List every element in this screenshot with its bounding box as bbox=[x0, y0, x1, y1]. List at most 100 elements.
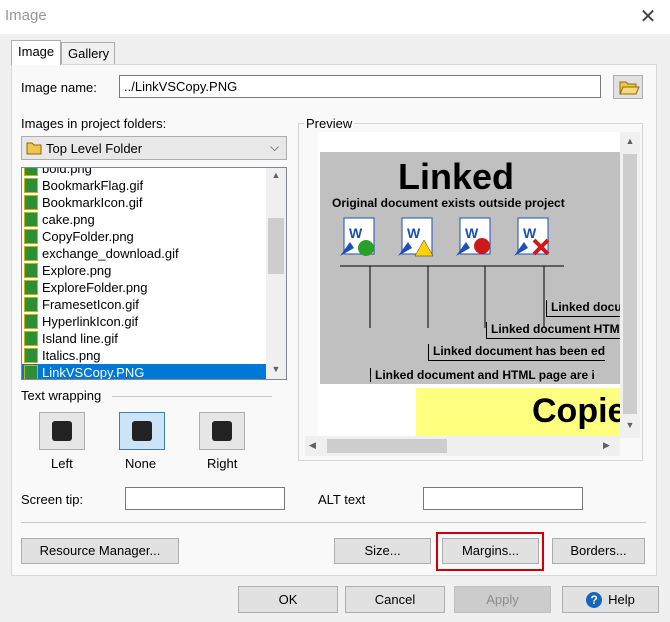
help-button[interactable]: ? Help bbox=[562, 586, 659, 613]
image-file-icon bbox=[24, 212, 38, 227]
apply-button[interactable]: Apply bbox=[454, 586, 551, 613]
scroll-right-icon[interactable]: ▶ bbox=[603, 440, 610, 451]
preview-label: Preview bbox=[304, 116, 355, 131]
image-file-icon bbox=[24, 314, 38, 329]
size-button[interactable]: Size... bbox=[334, 538, 431, 564]
image-file-icon bbox=[24, 246, 38, 261]
cancel-button[interactable]: Cancel bbox=[345, 586, 445, 613]
image-name-input[interactable]: ../LinkVSCopy.PNG bbox=[119, 75, 601, 98]
image-file-icon bbox=[24, 365, 38, 379]
preview-vscroll-thumb[interactable] bbox=[623, 154, 637, 414]
help-label: Help bbox=[608, 592, 635, 607]
tab-gallery[interactable]: Gallery bbox=[61, 42, 115, 65]
preview-image: Linked Original document exists outside … bbox=[320, 152, 622, 384]
wrap-right-button[interactable] bbox=[199, 412, 245, 450]
chevron-down-icon: ⌵ bbox=[270, 140, 280, 154]
image-file-icon bbox=[24, 280, 38, 295]
scroll-thumb[interactable] bbox=[268, 218, 284, 274]
scroll-down-icon[interactable]: ▼ bbox=[620, 420, 640, 430]
scroll-down-icon[interactable]: ▼ bbox=[266, 364, 286, 374]
image-file-icon bbox=[24, 178, 38, 193]
list-item[interactable]: FramesetIcon.gif bbox=[22, 296, 266, 313]
image-file-icon bbox=[24, 348, 38, 363]
preview-viewport: Linked Original document exists outside … bbox=[318, 132, 640, 438]
image-file-icon bbox=[24, 195, 38, 210]
help-icon: ? bbox=[586, 592, 603, 608]
svg-text:W: W bbox=[465, 225, 479, 241]
svg-text:W: W bbox=[523, 225, 537, 241]
doc-broken-icon: W bbox=[514, 217, 550, 256]
list-item[interactable]: BookmarkFlag.gif bbox=[22, 177, 266, 194]
list-item[interactable]: BookmarkIcon.gif bbox=[22, 194, 266, 211]
list-item[interactable]: ExploreFolder.png bbox=[22, 279, 266, 296]
image-file-icon bbox=[24, 297, 38, 312]
wrap-left-label: Left bbox=[51, 456, 73, 471]
svg-text:W: W bbox=[407, 225, 421, 241]
folder-dropdown[interactable]: Top Level Folder ⌵ bbox=[21, 136, 287, 160]
preview-copy-box: Copie bbox=[416, 388, 626, 438]
wrap-right-label: Right bbox=[207, 456, 238, 471]
preview-copy-heading: Copie bbox=[532, 392, 627, 430]
wrap-left-button[interactable] bbox=[39, 412, 85, 450]
wrap-left-icon bbox=[52, 421, 72, 441]
image-name-label: Image name: bbox=[21, 80, 97, 95]
doc-warning-icon: W bbox=[398, 217, 434, 257]
wrap-right-icon bbox=[212, 421, 232, 441]
list-item[interactable]: cake.png bbox=[22, 211, 266, 228]
wrap-none-button[interactable] bbox=[119, 412, 165, 450]
image-file-icon bbox=[24, 263, 38, 278]
scroll-left-icon[interactable]: ◀ bbox=[309, 440, 316, 451]
image-file-icon bbox=[24, 229, 38, 244]
browse-folder-button[interactable] bbox=[613, 75, 643, 99]
image-file-icon bbox=[24, 331, 38, 346]
preview-line-2: Linked document HTM bbox=[486, 322, 620, 339]
preview-line-4: Linked document and HTML page are i bbox=[370, 368, 595, 382]
image-file-icon bbox=[24, 168, 38, 176]
list-item[interactable]: Island line.gif bbox=[22, 330, 266, 347]
list-item[interactable]: exchange_download.gif bbox=[22, 245, 266, 262]
tab-image[interactable]: Image bbox=[11, 40, 61, 65]
highlight-box bbox=[436, 532, 544, 571]
scroll-up-icon[interactable]: ▲ bbox=[620, 136, 640, 146]
list-items: bold.png BookmarkFlag.gif BookmarkIcon.g… bbox=[22, 168, 266, 379]
resource-manager-button[interactable]: Resource Manager... bbox=[21, 538, 179, 564]
screen-tip-input[interactable] bbox=[125, 487, 285, 510]
project-folders-label: Images in project folders: bbox=[21, 116, 167, 131]
alt-text-label: ALT text bbox=[318, 492, 366, 507]
preview-hscroll-thumb[interactable] bbox=[327, 439, 447, 453]
folder-icon bbox=[26, 141, 42, 158]
title-bar bbox=[0, 0, 670, 34]
preview-hscrollbar[interactable]: ◀ ▶ bbox=[305, 436, 620, 456]
list-item[interactable]: Explore.png bbox=[22, 262, 266, 279]
divider bbox=[21, 522, 646, 523]
window-title: Image bbox=[5, 7, 47, 24]
open-folder-icon bbox=[619, 81, 640, 95]
folder-dropdown-value: Top Level Folder bbox=[46, 141, 143, 156]
wrap-none-icon bbox=[132, 421, 152, 441]
list-item[interactable]: Italics.png bbox=[22, 347, 266, 364]
preview-heading: Linked bbox=[398, 156, 515, 197]
preview-subheading: Original document exists outside project bbox=[332, 196, 565, 210]
wrap-none-label: None bbox=[125, 456, 157, 471]
ok-button[interactable]: OK bbox=[238, 586, 338, 613]
list-item[interactable]: CopyFolder.png bbox=[22, 228, 266, 245]
list-item[interactable]: HyperlinkIcon.gif bbox=[22, 313, 266, 330]
image-file-list[interactable]: bold.png BookmarkFlag.gif BookmarkIcon.g… bbox=[21, 167, 287, 380]
screen-tip-label: Screen tip: bbox=[21, 492, 84, 507]
preview-line-1: Linked docu bbox=[546, 300, 622, 317]
list-item[interactable]: bold.png bbox=[22, 168, 266, 177]
preview-vscrollbar[interactable]: ▲ ▼ bbox=[620, 132, 640, 438]
svg-text:W: W bbox=[349, 225, 363, 241]
scroll-up-icon[interactable]: ▲ bbox=[266, 170, 286, 180]
borders-button[interactable]: Borders... bbox=[552, 538, 645, 564]
divider bbox=[112, 396, 272, 397]
preview-line-3: Linked document has been ed bbox=[428, 344, 606, 361]
close-button[interactable]: ✕ bbox=[632, 3, 664, 31]
list-item-selected[interactable]: LinkVSCopy.PNG bbox=[22, 364, 266, 379]
text-wrapping-label: Text wrapping bbox=[21, 388, 102, 403]
doc-linked-icon: W bbox=[340, 217, 375, 256]
list-scrollbar[interactable]: ▲ ▼ bbox=[266, 168, 286, 379]
doc-edited-icon: W bbox=[456, 217, 491, 256]
linked-docs-diagram: W W W W bbox=[340, 217, 564, 328]
alt-text-input[interactable] bbox=[423, 487, 583, 510]
